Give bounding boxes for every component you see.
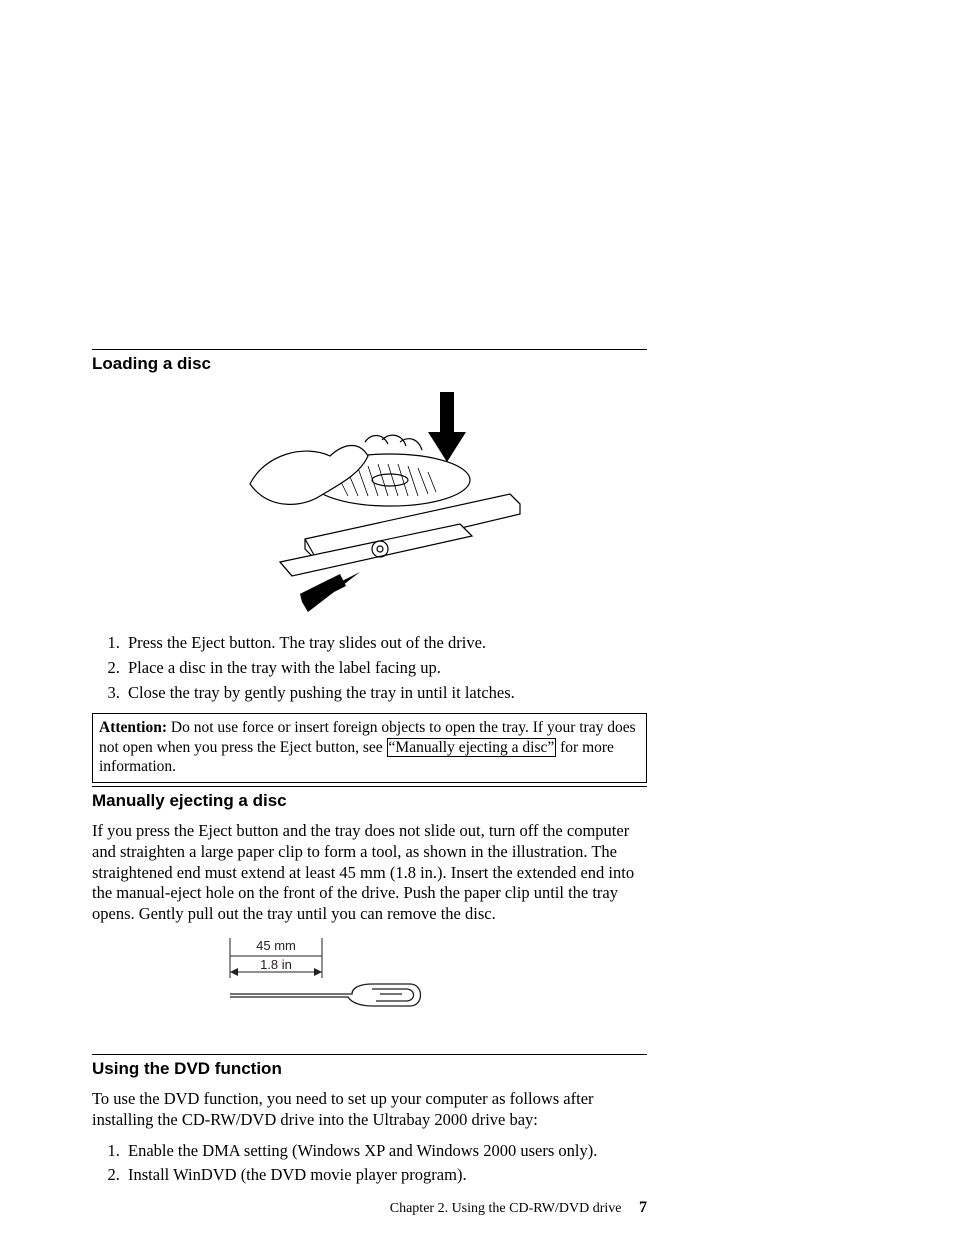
section-rule — [92, 1054, 647, 1055]
paperclip-illustration: 45 mm 1.8 in — [222, 934, 432, 1014]
dvd-function-paragraph: To use the DVD function, you need to set… — [92, 1089, 647, 1130]
fig-label-mm: 45 mm — [256, 938, 296, 953]
section-dvd-function: Using the DVD function To use the DVD fu… — [92, 1054, 647, 1192]
dvd-steps: Enable the DMA setting (Windows XP and W… — [92, 1141, 647, 1186]
heading-dvd-function: Using the DVD function — [92, 1058, 647, 1079]
step-item: Place a disc in the tray with the label … — [124, 658, 647, 679]
page-content: Loading a disc — [92, 0, 647, 1235]
step-item: Press the Eject button. The tray slides … — [124, 633, 647, 654]
step-item: Enable the DMA setting (Windows XP and W… — [124, 1141, 647, 1162]
heading-loading-disc: Loading a disc — [92, 353, 647, 374]
heading-manual-eject: Manually ejecting a disc — [92, 790, 647, 811]
footer-page-number: 7 — [639, 1199, 647, 1216]
page-footer: Chapter 2. Using the CD-RW/DVD drive 7 — [92, 1198, 647, 1218]
section-rule — [92, 349, 647, 350]
manual-eject-paragraph: If you press the Eject button and the tr… — [92, 821, 647, 924]
attention-label: Attention: — [99, 719, 167, 736]
section-loading-disc: Loading a disc — [92, 349, 647, 783]
footer-chapter: Chapter 2. Using the CD-RW/DVD drive — [390, 1201, 622, 1216]
fig-label-in: 1.8 in — [260, 957, 292, 972]
section-rule — [92, 786, 647, 787]
step-item: Install WinDVD (the DVD movie player pro… — [124, 1165, 647, 1186]
step-item: Close the tray by gently pushing the tra… — [124, 683, 647, 704]
attention-note: Attention: Do not use force or insert fo… — [92, 713, 647, 783]
manual-eject-link[interactable]: “Manually ejecting a disc” — [387, 738, 557, 757]
disc-loading-illustration — [210, 384, 530, 619]
section-manual-eject: Manually ejecting a disc If you press th… — [92, 786, 647, 1028]
loading-steps: Press the Eject button. The tray slides … — [92, 633, 647, 703]
